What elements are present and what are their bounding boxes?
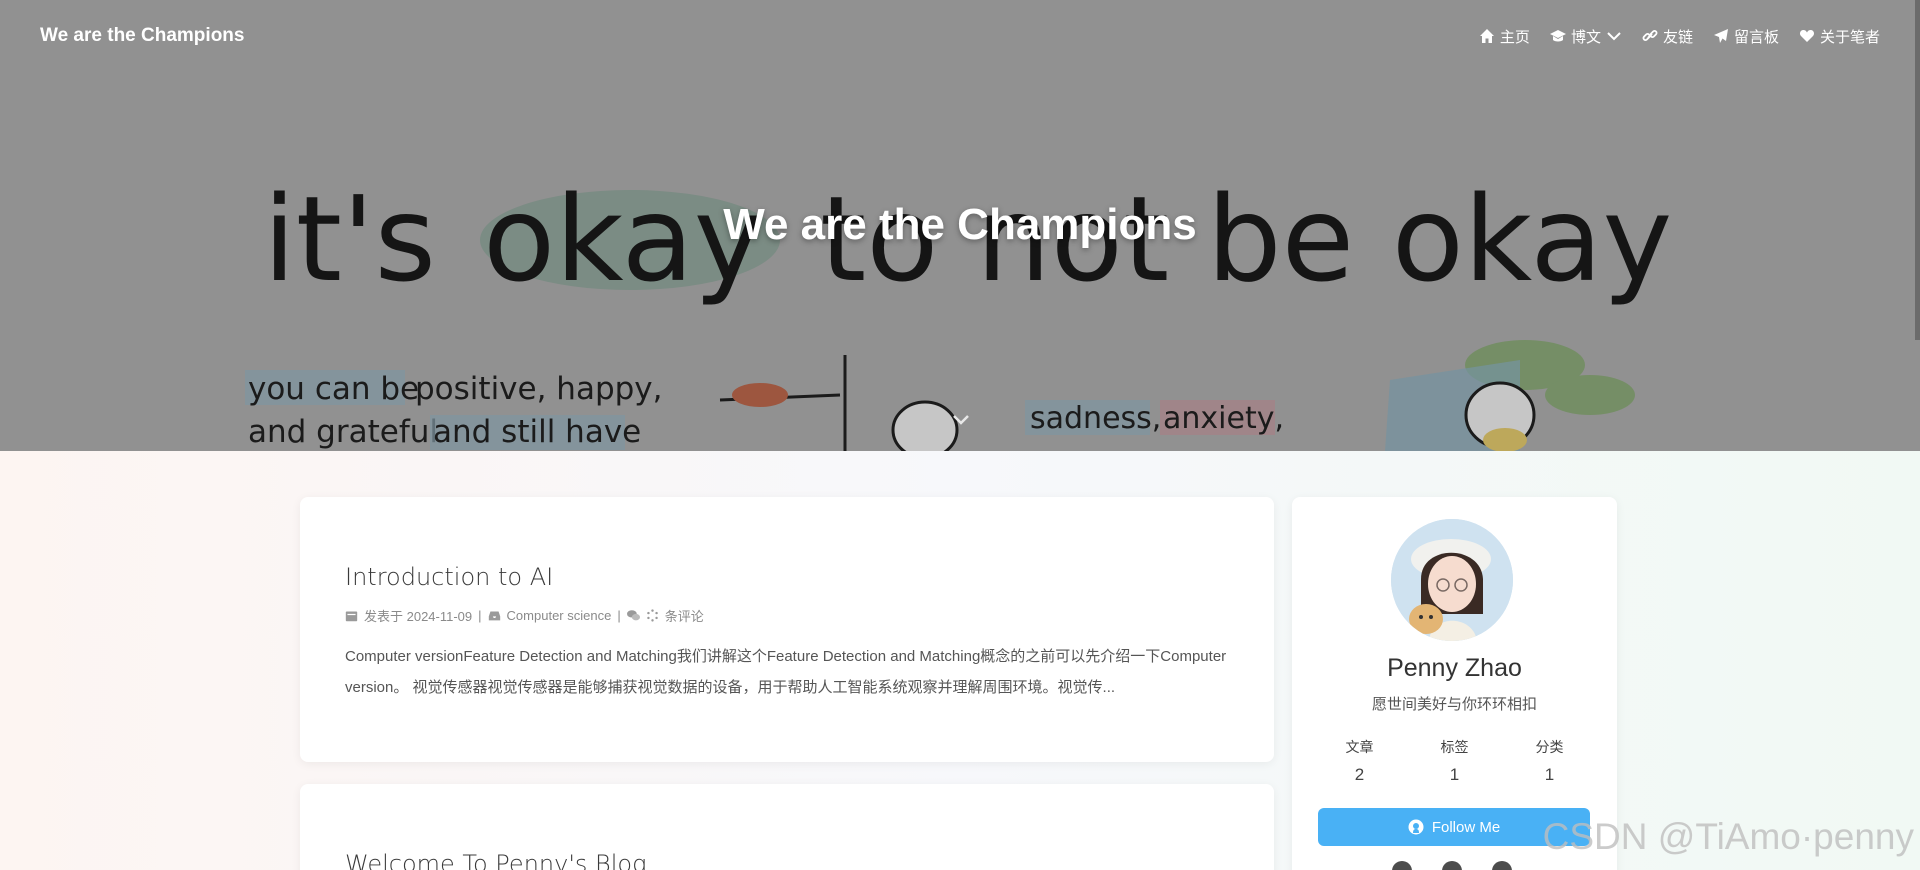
avatar-image [1391, 519, 1513, 641]
nav-item-label: 博文 [1570, 28, 1601, 46]
stat-label: 分类 [1535, 739, 1564, 755]
author-card: Penny Zhao 愿世间美好与你环环相扣 文章 2 标签 1 分类 1 Fo… [1292, 497, 1617, 870]
stat-articles[interactable]: 文章 2 [1346, 737, 1374, 785]
loading-spinner-icon [646, 609, 658, 622]
nav-item-label: 留言板 [1733, 28, 1779, 46]
social-icon[interactable] [1492, 861, 1512, 870]
avatar [1391, 519, 1513, 641]
nav-item-links[interactable]: 友链 [1642, 26, 1693, 47]
nav-item-posts[interactable]: 博文 [1549, 26, 1622, 47]
graduation-cap-icon [1549, 30, 1566, 42]
scroll-down-icon[interactable] [950, 408, 972, 430]
social-links [1392, 861, 1512, 870]
profile-name: Penny Zhao [1387, 654, 1522, 682]
nav-item-label: 主页 [1499, 28, 1530, 46]
post-date: 发表于 2024-11-09 [364, 609, 473, 624]
nav-item-guestbook[interactable]: 留言板 [1713, 26, 1779, 47]
stat-categories[interactable]: 分类 1 [1536, 737, 1564, 785]
meta-separator: | [478, 608, 482, 623]
stat-label: 标签 [1440, 739, 1469, 755]
chevron-down-icon [1607, 32, 1621, 41]
meta-separator: | [617, 608, 621, 623]
stat-value: 2 [1354, 765, 1365, 784]
nav-item-label: 关于笔者 [1819, 28, 1880, 46]
stat-value: 1 [1449, 765, 1460, 784]
home-icon [1479, 29, 1494, 43]
social-icon[interactable] [1392, 861, 1412, 870]
nav-item-about[interactable]: 关于笔者 [1799, 26, 1880, 47]
site-brand[interactable]: We are the Champions [40, 25, 244, 47]
follow-label: Follow Me [1431, 818, 1501, 836]
stat-value: 1 [1544, 765, 1555, 784]
profile-motto: 愿世间美好与你环环相扣 [1371, 696, 1537, 713]
post-category[interactable]: Computer science [507, 608, 612, 623]
paper-plane-icon [1713, 29, 1728, 43]
post-card: Welcome To Penny's Blog [300, 784, 1274, 870]
stat-label: 文章 [1345, 739, 1374, 755]
link-icon [1642, 30, 1658, 41]
post-title[interactable]: Welcome To Penny's Blog [345, 850, 647, 870]
heart-icon [1799, 30, 1815, 42]
post-title[interactable]: Introduction to AI [345, 563, 553, 591]
post-meta: 发表于 2024-11-09 | Computer science | 条评论 [345, 606, 704, 625]
nav-item-label: 友链 [1662, 28, 1693, 46]
watermark: CSDN @TiAmo·penny [1542, 816, 1914, 857]
profile-stats: 文章 2 标签 1 分类 1 [1312, 737, 1597, 785]
hero-title: We are the Champions [723, 200, 1197, 249]
top-navbar: We are the Champions 主页 博文 友链 留言板 关于笔者 [0, 0, 1920, 72]
post-card: Introduction to AI 发表于 2024-11-09 | Comp… [300, 497, 1274, 762]
github-icon [1408, 819, 1424, 835]
comments-icon [626, 610, 640, 621]
post-excerpt: Computer versionFeature Detection and Ma… [345, 648, 1227, 696]
inbox-icon [488, 611, 500, 621]
calendar-icon [345, 611, 358, 622]
nav-menu: 主页 博文 友链 留言板 关于笔者 [1479, 26, 1880, 47]
social-icon[interactable] [1442, 861, 1462, 870]
post-comments[interactable]: 条评论 [665, 606, 704, 625]
nav-item-home[interactable]: 主页 [1479, 26, 1530, 47]
stat-tags[interactable]: 标签 1 [1441, 737, 1469, 785]
